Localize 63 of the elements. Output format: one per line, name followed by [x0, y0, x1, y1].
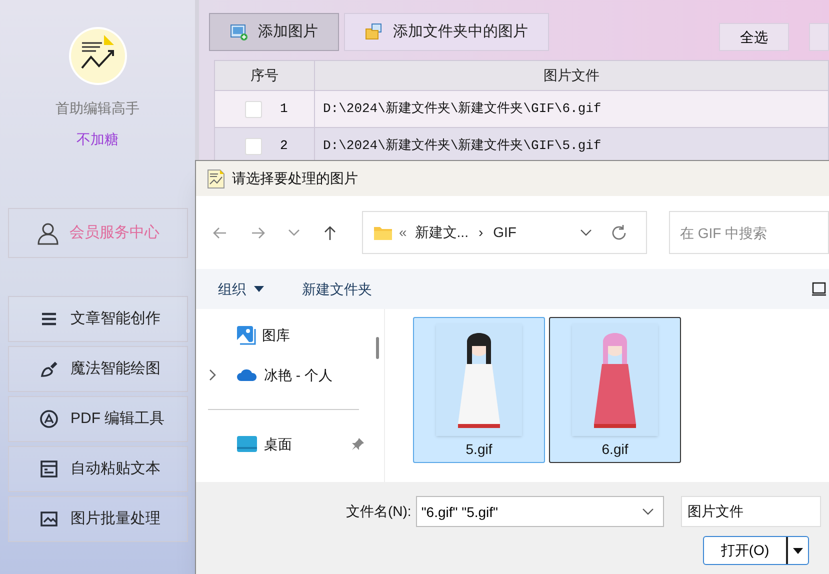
filename-field[interactable]: "6.gif" "5.gif"	[416, 496, 664, 527]
logo-icon	[68, 26, 128, 86]
cloud-icon	[236, 368, 258, 382]
column-header: 图片文件	[542, 66, 600, 85]
chevron-down-icon[interactable]	[288, 228, 300, 236]
user-icon	[36, 221, 60, 245]
column-header: 序号	[215, 61, 315, 90]
image-icon	[38, 509, 58, 529]
refresh-icon	[610, 224, 628, 242]
address-bar[interactable]: « 新建文... › GIF	[362, 211, 647, 254]
nav-pane-item[interactable]: 冰艳 - 个人	[196, 355, 371, 395]
sidebar-item[interactable]: 魔法智能绘图	[8, 346, 188, 392]
file-path: D:\2024\新建文件夹\新建文件夹\GIF\5.gif	[323, 137, 602, 156]
brush-icon	[38, 359, 58, 379]
nav-pane-item[interactable]: 图库	[196, 315, 371, 355]
user-name: 不加糖	[76, 130, 118, 149]
file-item[interactable]: 5.gif	[413, 317, 545, 463]
chevron-down-icon	[580, 228, 592, 236]
preview-pane-icon	[811, 281, 827, 297]
field-label: 文件名(N):	[346, 502, 412, 521]
command-button[interactable]: 组织	[218, 278, 264, 300]
scrollbar-thumb[interactable]	[376, 337, 379, 359]
checkbox[interactable]	[245, 138, 262, 154]
desktop-icon	[236, 435, 258, 453]
row-number: 2	[280, 137, 288, 156]
sidebar-item[interactable]: 图片批量处理	[8, 496, 188, 542]
command-button[interactable]: 新建文件夹	[302, 278, 372, 300]
caret-icon	[254, 286, 264, 292]
pin-icon	[351, 437, 365, 451]
dialog-title: 请选择要处理的图片	[232, 169, 358, 188]
dialog-logo-icon	[206, 168, 226, 188]
checkbox[interactable]	[245, 100, 262, 118]
select-all-button[interactable]: 全选	[719, 23, 789, 51]
breadcrumb-item[interactable]: 新建文...	[414, 222, 468, 243]
nav-pane-item[interactable]: 桌面	[196, 424, 371, 464]
gallery-icon	[236, 325, 256, 345]
caret-icon	[793, 548, 803, 554]
up-arrow-icon[interactable]	[322, 224, 338, 240]
folder-icon	[373, 224, 393, 240]
file-type-dropdown[interactable]: 图片文件	[681, 496, 822, 527]
forward-arrow-icon[interactable]	[250, 224, 266, 240]
breadcrumb-separator: ›	[478, 223, 484, 242]
toolbar-button[interactable]: 添加图片	[209, 13, 339, 51]
sidebar-item[interactable]: PDF 编辑工具	[8, 396, 188, 442]
sidebar-item[interactable]: 文章智能创作	[8, 296, 188, 342]
toolbar-button[interactable]: 添加文件夹中的图片	[344, 13, 549, 51]
chevron-down-icon	[642, 508, 654, 516]
app-name: 首助编辑高手	[56, 99, 140, 118]
circle-letter-icon	[38, 409, 58, 429]
expand-chevron-icon	[209, 369, 217, 381]
search-field[interactable]: 在 GIF 中搜索	[669, 211, 829, 254]
file-item[interactable]: 6.gif	[549, 317, 681, 463]
sidebar-item[interactable]: 自动粘贴文本	[8, 446, 188, 492]
breadcrumb-overflow[interactable]: «	[399, 222, 407, 243]
folder-image-icon	[365, 23, 383, 41]
back-arrow-icon[interactable]	[212, 224, 228, 240]
file-name: 5.gif	[466, 440, 492, 459]
file-path: D:\2024\新建文件夹\新建文件夹\GIF\6.gif	[323, 100, 602, 118]
file-name: 6.gif	[602, 440, 628, 459]
row-number: 1	[280, 100, 288, 118]
document-icon	[38, 459, 58, 479]
image-add-icon	[230, 23, 248, 41]
breadcrumb-item[interactable]: GIF	[493, 222, 516, 243]
